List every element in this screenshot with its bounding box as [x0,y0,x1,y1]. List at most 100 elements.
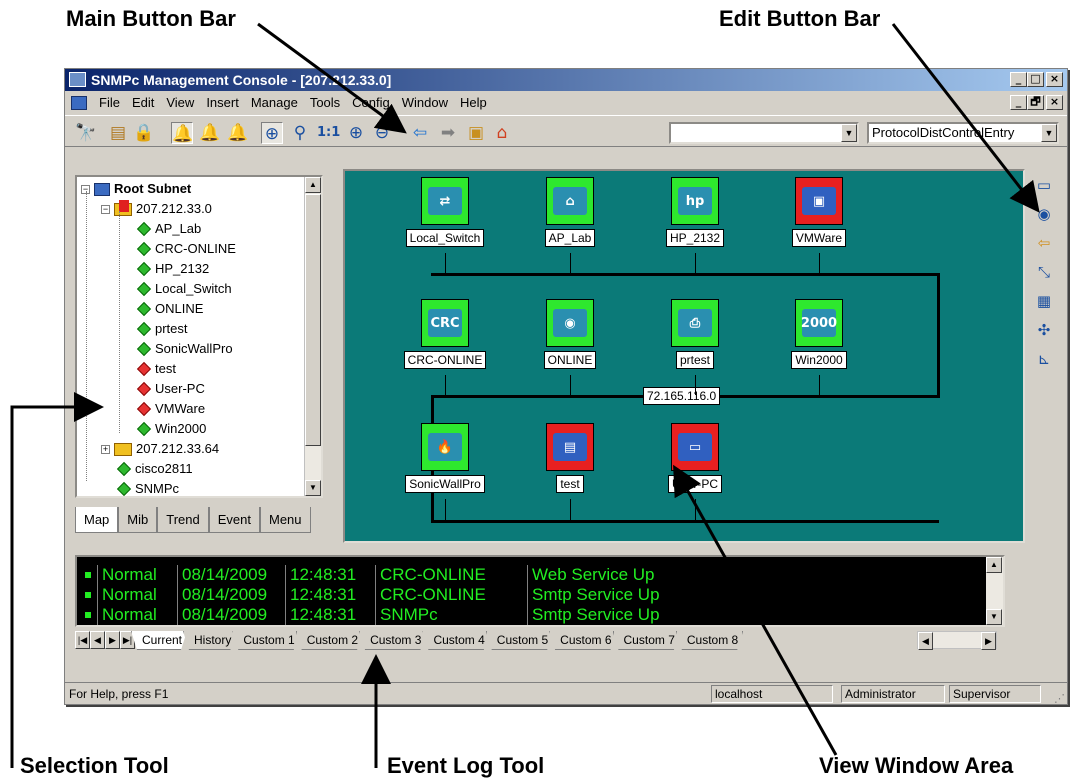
scroll-left-icon[interactable]: ◀ [918,632,933,650]
mdi-window-icon[interactable] [71,96,87,110]
maximize-button[interactable]: □ [1027,72,1044,87]
event-tab-custom-2[interactable]: Custom 2 [296,631,363,650]
menu-edit[interactable]: Edit [126,93,160,113]
event-log-scrollbar[interactable]: ▲ ▼ [986,557,1003,625]
link-icon[interactable]: ⤡ [1034,262,1054,282]
event-tab-history[interactable]: History [183,631,236,650]
network-icon[interactable]: ✣ [1034,320,1054,340]
menu-window[interactable]: Window [396,93,454,113]
zoom-1to1-icon[interactable]: 1:1 [317,122,340,144]
collapse-icon[interactable]: − [101,204,110,214]
map-node[interactable]: ▤ test [521,423,619,493]
up-folder-icon[interactable]: ▣ [465,122,487,144]
tree-item[interactable]: test [136,359,176,379]
forward-icon[interactable]: ➡ [437,122,459,144]
menu-insert[interactable]: Insert [200,93,245,113]
event-tab-custom-5[interactable]: Custom 5 [486,631,553,650]
scroll-up-icon[interactable]: ▲ [986,557,1002,573]
event-tab-custom-3[interactable]: Custom 3 [359,631,426,650]
close-button[interactable]: × [1046,72,1063,87]
tab-event[interactable]: Event [208,507,260,533]
scroll-thumb[interactable] [305,194,321,446]
map-node[interactable]: ⇄ Local_Switch [396,177,494,247]
selection-tree[interactable]: ▲ ▼ − Root Subnet − 207.212.33.0 AP_Lab CRC-O… [75,175,323,498]
event-tab-custom-1[interactable]: Custom 1 [232,631,299,650]
event-tab-custom-4[interactable]: Custom 4 [422,631,489,650]
toolbar-combo-1[interactable]: ▼ [669,122,859,144]
tool-icon[interactable]: ⊾ [1034,349,1054,369]
toolbar-combo-2[interactable]: ProtocolDistControlEntry ▼ [867,122,1059,144]
arrow-icon[interactable]: ⇦ [1034,233,1054,253]
scroll-right-icon[interactable]: ▶ [981,632,996,650]
mdi-restore-button[interactable]: 🗗 [1027,95,1044,110]
zoom-out-icon[interactable]: ⊖ [371,122,393,144]
event-tabs-scrollbar[interactable]: ◀ ▶ [917,631,997,650]
tree-subnet-2[interactable]: +207.212.33.64 [101,439,219,459]
tree-subnet[interactable]: − 207.212.33.0 [101,199,212,219]
map-node[interactable]: hp HP_2132 [646,177,744,247]
view-window-area[interactable]: 72.165.116.0 ⇄ Local_Switch ⌂ AP_Lab hp HP_21… [343,169,1025,543]
tab-trend[interactable]: Trend [157,507,209,533]
select-icon[interactable]: ⊕ [261,122,283,144]
tree-item[interactable]: AP_Lab [136,219,201,239]
chevron-down-icon[interactable]: ▼ [841,124,857,142]
tree-item[interactable]: cisco2811 [116,459,193,479]
event-tab-custom-6[interactable]: Custom 6 [549,631,616,650]
tree-item[interactable]: SonicWallPro [136,339,233,359]
next-tab-icon[interactable]: ▶ [105,631,120,649]
tree-item[interactable]: Local_Switch [136,279,232,299]
tree-item[interactable]: Win2000 [136,419,206,439]
event-tab-current[interactable]: Current [131,631,187,650]
map-node[interactable]: ⎙ prtest [646,299,744,369]
properties-icon[interactable]: ▤ [107,122,129,144]
map-node[interactable]: ▣ VMWare [770,177,868,247]
expand-icon[interactable]: + [101,444,110,454]
minimize-button[interactable]: _ [1010,72,1027,87]
event-log[interactable]: ▲ ▼ Normal 08/14/2009 12:48:31 CRC-ONLINE We… [75,555,1005,627]
tab-menu[interactable]: Menu [259,507,311,533]
bells-icon[interactable]: 🔔 [227,122,249,144]
lock-icon[interactable]: 🔒 [133,122,155,144]
mdi-close-button[interactable]: × [1046,95,1063,110]
map-node[interactable]: CRC CRC-ONLINE [396,299,494,369]
scroll-down-icon[interactable]: ▼ [305,480,321,496]
binoculars-icon[interactable]: 🔭 [75,122,97,144]
tree-item[interactable]: HP_2132 [136,259,209,279]
alarm-bell-icon[interactable]: 🔔 [171,122,193,144]
map-node[interactable]: ⌂ AP_Lab [521,177,619,247]
zoom-in-icon[interactable]: ⊕ [345,122,367,144]
tree-item[interactable]: VMWare [136,399,205,419]
map-node[interactable]: 2000 Win2000 [770,299,868,369]
event-tab-custom-8[interactable]: Custom 8 [676,631,743,650]
window-icon[interactable]: ▭ [1034,175,1054,195]
home-icon[interactable]: ⌂ [491,122,513,144]
menu-config[interactable]: Config [346,93,396,113]
tree-item[interactable]: SNMPc [116,479,179,496]
map-node[interactable]: ▭ User-PC [646,423,744,493]
mdi-minimize-button[interactable]: _ [1010,95,1027,110]
menu-file[interactable]: File [93,93,126,113]
scroll-up-icon[interactable]: ▲ [305,177,321,193]
tab-map[interactable]: Map [75,507,119,533]
globe-icon[interactable]: ◉ [1034,204,1054,224]
tree-root[interactable]: − Root Subnet [81,179,191,199]
back-icon[interactable]: ⇦ [409,122,431,144]
prev-tab-icon[interactable]: ◀ [90,631,105,649]
event-row[interactable]: Normal 08/14/2009 12:48:31 SNMPc Smtp Servic… [77,605,977,625]
first-tab-icon[interactable]: |◀ [75,631,90,649]
menu-manage[interactable]: Manage [245,93,304,113]
tree-item[interactable]: User-PC [136,379,205,399]
tree-item[interactable]: prtest [136,319,188,339]
group-icon[interactable]: ▦ [1034,291,1054,311]
resize-grip-icon[interactable]: ⋰ [1054,689,1065,704]
event-row[interactable]: Normal 08/14/2009 12:48:31 CRC-ONLINE Smtp S… [77,585,977,605]
event-row[interactable]: Normal 08/14/2009 12:48:31 CRC-ONLINE Web Se… [77,565,977,585]
network-label[interactable]: 72.165.116.0 [643,387,721,405]
menu-tools[interactable]: Tools [304,93,346,113]
zoom-icon[interactable]: ⚲ [289,122,311,144]
menu-help[interactable]: Help [454,93,493,113]
chevron-down-icon[interactable]: ▼ [1041,124,1057,142]
tree-scrollbar[interactable]: ▲ ▼ [304,177,321,496]
scroll-down-icon[interactable]: ▼ [986,609,1002,625]
map-node[interactable]: ◉ ONLINE [521,299,619,369]
